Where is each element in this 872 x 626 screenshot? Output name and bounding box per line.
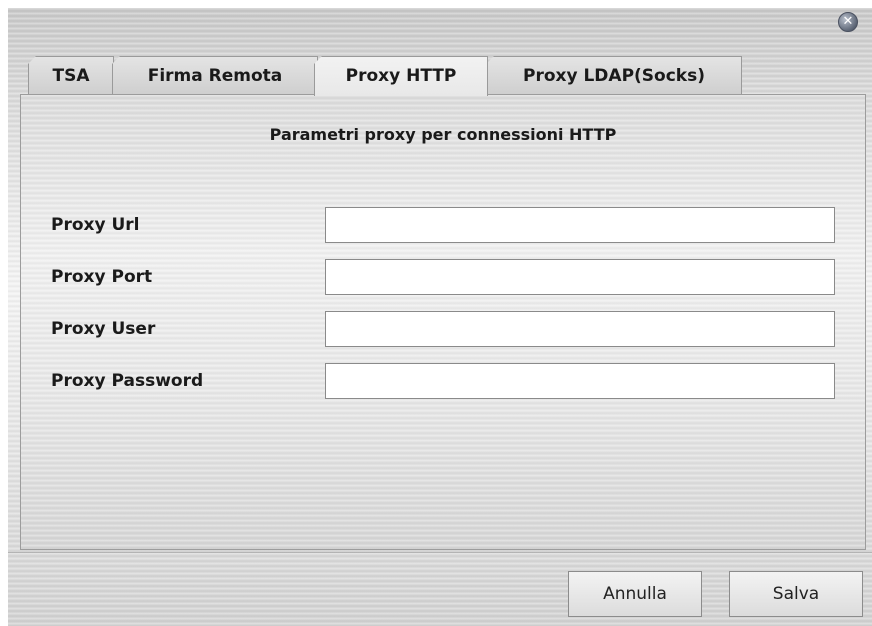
proxy-url-input[interactable] [325, 207, 835, 243]
proxy-password-label: Proxy Password [51, 371, 204, 391]
proxy-password-input[interactable] [325, 363, 835, 399]
tab-tsa[interactable]: TSA [28, 56, 114, 94]
panel-title: Parametri proxy per connessioni HTTP [269, 125, 617, 144]
proxy-url-label: Proxy Url [51, 215, 140, 235]
save-button[interactable]: Salva [729, 571, 863, 617]
close-icon[interactable]: ✕ [838, 12, 858, 32]
footer-divider [8, 552, 872, 553]
proxy-user-label: Proxy User [51, 319, 156, 339]
tab-proxy-ldap-socks[interactable]: Proxy LDAP(Socks) [486, 56, 742, 94]
proxy-port-label: Proxy Port [51, 267, 153, 287]
tab-firma-remota[interactable]: Firma Remota [112, 56, 318, 94]
proxy-user-input[interactable] [325, 311, 835, 347]
cancel-button[interactable]: Annulla [568, 571, 702, 617]
proxy-http-panel: Parametri proxy per connessioni HTTP Pro… [20, 94, 866, 550]
tab-proxy-http[interactable]: Proxy HTTP [314, 56, 488, 96]
proxy-port-input[interactable] [325, 259, 835, 295]
